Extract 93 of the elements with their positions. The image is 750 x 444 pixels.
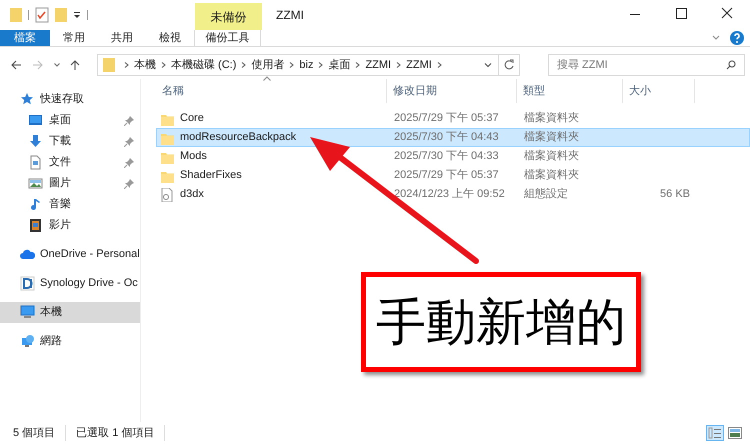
music-note-icon [28, 197, 43, 212]
chevron-right-icon[interactable] [396, 62, 402, 68]
address-bar[interactable]: 本機 本機磁碟 (C:) 使用者 biz 桌面 ZZMI ZZMI [97, 54, 520, 76]
cloud-icon [20, 247, 35, 262]
search-icon[interactable] [726, 60, 736, 70]
up-arrow-icon[interactable] [70, 59, 80, 71]
type-cell-text: 檔案資料夾 [523, 130, 580, 146]
sidebar-item[interactable]: 下載 [0, 131, 140, 152]
sidebar-item[interactable]: 圖片 [0, 173, 140, 194]
context-tab-header: 未備份 [195, 3, 262, 30]
ribbon-tab[interactable]: 備份工具 [194, 30, 261, 46]
breadcrumb-item[interactable]: biz [299, 56, 314, 74]
chevron-right-icon[interactable] [436, 62, 442, 68]
folder-icon [103, 58, 115, 72]
file-row[interactable]: d3dx 2024/12/23 上午 09:52 組態設定 56 KB [156, 185, 750, 204]
dropdown-icon[interactable] [73, 11, 81, 19]
date-cell-text: 2025/7/29 下午 05:37 [393, 111, 500, 126]
chevron-right-icon[interactable] [289, 62, 294, 68]
sidebar-item[interactable]: Synology Drive - Oc [0, 273, 140, 294]
chevron-right-icon[interactable] [124, 62, 129, 68]
file-name: Core [180, 111, 204, 126]
picture-icon [28, 176, 43, 191]
details-view-icon[interactable] [706, 425, 724, 441]
sort-up-icon [263, 76, 271, 81]
pin-icon [124, 136, 134, 146]
file-name: ShaderFixes [180, 168, 242, 184]
file-row[interactable]: Core 2025/7/29 下午 05:37 檔案資料夾 [156, 109, 750, 128]
date-cell-text: 2025/7/29 下午 05:37 [393, 168, 500, 184]
callout-label: 手動新增的 [361, 272, 641, 372]
search-placeholder: 搜尋 ZZMI [557, 58, 608, 73]
checklist-icon[interactable] [35, 7, 49, 23]
document-icon [28, 155, 43, 170]
drive-logo-icon [20, 276, 35, 291]
breadcrumb-item[interactable]: 使用者 [251, 56, 284, 74]
breadcrumb-item[interactable]: ZZMI [365, 56, 392, 74]
chevron-right-icon[interactable] [241, 62, 246, 68]
breadcrumb-item[interactable]: 本機 [134, 56, 156, 74]
sidebar-item[interactable]: 音樂 [0, 194, 140, 215]
search-field[interactable]: 搜尋 ZZMI [548, 54, 745, 76]
chevron-down-icon[interactable] [484, 62, 492, 68]
date-cell-text: 2025/7/30 下午 04:33 [393, 149, 500, 164]
network-icon [20, 334, 35, 349]
sidebar-item[interactable]: 文件 [0, 152, 140, 173]
chevron-right-icon[interactable] [161, 62, 166, 68]
chevron-right-icon[interactable] [318, 62, 324, 68]
sidebar-item[interactable]: 影片 [0, 215, 140, 236]
sidebar-item[interactable]: 本機 [0, 302, 140, 323]
selection-count: 已選取 1 個項目 [66, 424, 166, 442]
back-arrow-icon[interactable] [10, 60, 22, 70]
help-icon[interactable] [730, 31, 744, 45]
column-header[interactable]: 修改日期 [387, 79, 517, 103]
file-name: Mods [180, 149, 207, 164]
item-count: 5 個項目 [13, 424, 66, 442]
chevron-right-icon[interactable] [355, 62, 360, 68]
star-icon [20, 92, 35, 107]
column-header[interactable]: 名稱 [156, 79, 387, 103]
pin-icon [124, 178, 134, 188]
file-row[interactable]: ShaderFixes 2025/7/29 下午 05:37 檔案資料夾 [156, 166, 750, 185]
ribbon-tab[interactable]: 檔案 [0, 30, 50, 46]
large-icons-view-icon[interactable] [728, 427, 742, 439]
breadcrumb-item[interactable]: ZZMI [406, 56, 432, 74]
file-name: d3dx [180, 187, 204, 202]
column-header[interactable]: 類型 [517, 79, 623, 103]
desktop-icon [28, 113, 43, 128]
sidebar-item[interactable]: OneDrive - Personal [0, 244, 140, 265]
sidebar-item[interactable]: 網路 [0, 331, 140, 352]
ribbon-tab[interactable]: 共用 [98, 30, 146, 46]
column-header[interactable]: 大小 [623, 79, 695, 103]
type-cell-text: 組態設定 [523, 186, 569, 202]
window-title: ZZMI [276, 7, 304, 24]
file-name: modResourceBackpack [180, 130, 296, 146]
type-cell-text: 檔案資料夾 [523, 168, 580, 184]
date-cell-text: 2025/7/30 下午 04:43 [393, 130, 500, 146]
date-cell-text: 2024/12/23 上午 09:52 [393, 187, 506, 202]
sidebar-item[interactable]: 快速存取 [0, 89, 140, 110]
size-cell-text: 56 KB [660, 187, 690, 202]
breadcrumb-item[interactable]: 桌面 [328, 56, 350, 74]
sidebar-item[interactable]: 桌面 [0, 110, 140, 131]
folder-icon [10, 8, 22, 22]
monitor-icon [20, 305, 35, 320]
type-cell-text: 檔案資料夾 [523, 148, 580, 164]
ribbon-tab[interactable]: 檢視 [146, 30, 194, 46]
pin-icon [124, 158, 134, 168]
settings-file-icon [160, 188, 174, 202]
film-icon [28, 218, 43, 233]
breadcrumb-item[interactable]: 本機磁碟 (C:) [171, 56, 236, 74]
type-cell-text: 檔案資料夾 [523, 110, 580, 126]
file-row[interactable]: Mods 2025/7/30 下午 04:33 檔案資料夾 [156, 147, 750, 166]
download-arrow-icon [28, 134, 43, 149]
chevron-down-icon[interactable] [54, 63, 60, 67]
file-row[interactable]: modResourceBackpack 2025/7/30 下午 04:43 檔案資料夾 [156, 128, 750, 147]
ribbon-tab[interactable]: 常用 [50, 30, 98, 46]
pin-icon [124, 116, 134, 126]
